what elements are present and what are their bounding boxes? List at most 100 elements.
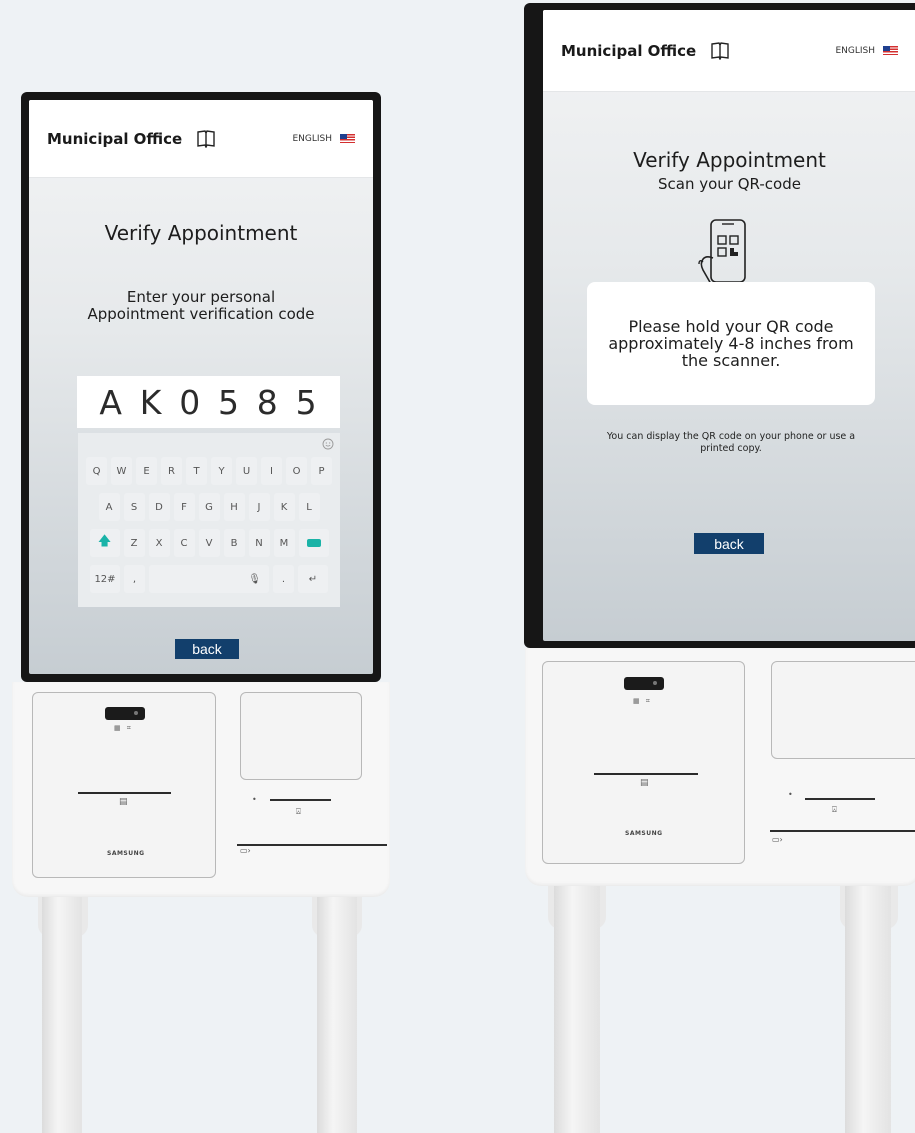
qr-barcode-icon: ▦ ⌗ — [114, 724, 133, 732]
key-b[interactable]: B — [223, 529, 245, 557]
receipt-printer-slot — [78, 792, 171, 794]
page-title: Verify Appointment — [104, 221, 298, 245]
page-title: Verify Appointment — [633, 148, 826, 172]
language-label: ENGLISH — [835, 45, 875, 56]
kiosk-body: ▦ ⌗ ▤ SAMSUNG • ⍓ ▭› — [525, 648, 915, 886]
emoji-icon[interactable] — [322, 435, 334, 454]
book-icon[interactable] — [710, 41, 730, 60]
hold-message: Please hold your QR code approximately 4… — [608, 317, 854, 370]
backspace-key[interactable] — [298, 529, 329, 557]
stand-pole-left — [554, 886, 600, 1133]
brand-label: SAMSUNG — [625, 830, 663, 837]
language-selector[interactable]: ENGLISH — [292, 134, 355, 144]
key-i[interactable]: I — [261, 457, 282, 485]
brand-label: SAMSUNG — [107, 850, 145, 857]
qr-barcode-icon: ▦ ⌗ — [633, 697, 652, 705]
key-k[interactable]: K — [273, 493, 295, 521]
code-char: A — [99, 382, 123, 422]
book-icon[interactable] — [196, 129, 216, 148]
nfc-dot: • — [788, 790, 793, 799]
instruction-line-1: Enter your personal — [126, 288, 276, 306]
key-a[interactable]: A — [98, 493, 120, 521]
code-char: 5 — [218, 382, 240, 422]
touch-screen: Municipal Office ENGLISH Verify Appointm… — [543, 10, 915, 641]
shift-key[interactable]: 🡅 — [89, 529, 120, 557]
key-x[interactable]: X — [148, 529, 170, 557]
payment-panel — [771, 661, 915, 759]
key-y[interactable]: Y — [211, 457, 232, 485]
barcode-scanner — [624, 677, 664, 690]
key-v[interactable]: V — [198, 529, 220, 557]
app-header: Municipal Office ENGLISH — [29, 100, 373, 178]
scanner-panel: ▦ ⌗ ▤ SAMSUNG — [542, 661, 745, 864]
us-flag-icon — [883, 46, 898, 55]
us-flag-icon — [340, 134, 355, 143]
touch-screen: Municipal Office ENGLISH Verify Appointm… — [29, 100, 373, 674]
comma-key[interactable]: , — [124, 565, 145, 593]
page-subtitle: Scan your QR-code — [658, 175, 801, 193]
keyboard-row-4: 12# , 🎙 . ↵ — [84, 565, 334, 593]
key-l[interactable]: L — [298, 493, 320, 521]
key-z[interactable]: Z — [123, 529, 145, 557]
key-e[interactable]: E — [136, 457, 157, 485]
key-t[interactable]: T — [186, 457, 207, 485]
stand-pole-left — [42, 897, 82, 1133]
key-o[interactable]: O — [286, 457, 307, 485]
key-n[interactable]: N — [248, 529, 270, 557]
symbols-key[interactable]: 12# — [90, 565, 120, 593]
code-char: 8 — [256, 382, 279, 422]
app-header: Municipal Office ENGLISH — [543, 10, 915, 92]
code-char: 5 — [295, 382, 318, 422]
kiosk-body: ▦ ⌗ ▤ SAMSUNG • ⍓ ▭› — [12, 682, 390, 897]
card-icon: ⍓ — [832, 805, 837, 814]
scanner-panel: ▦ ⌗ ▤ SAMSUNG — [32, 692, 216, 878]
card-icon: ⍓ — [296, 807, 301, 816]
back-button[interactable]: back — [175, 639, 239, 659]
keyboard-row-2: ASDFGHJKL — [84, 493, 334, 521]
key-c[interactable]: C — [173, 529, 195, 557]
key-u[interactable]: U — [236, 457, 257, 485]
screen-bezel: Municipal Office ENGLISH Verify Appointm… — [21, 92, 381, 682]
payment-panel — [240, 692, 362, 780]
key-q[interactable]: Q — [86, 457, 107, 485]
backspace-icon — [306, 539, 321, 547]
language-selector[interactable]: ENGLISH — [835, 46, 898, 56]
key-d[interactable]: D — [148, 493, 170, 521]
card-swipe-slot — [237, 844, 387, 846]
code-display[interactable]: AK0585 — [77, 376, 340, 428]
period-key[interactable]: . — [273, 565, 294, 593]
nfc-dot: • — [252, 795, 257, 804]
card-swipe-slot — [770, 830, 915, 832]
on-screen-keyboard: QWERTYUIOP ASDFGHJKL 🡅 ZXCVBNM 12# , 🎙 .… — [78, 433, 340, 607]
card-reader-slot — [270, 799, 331, 801]
keyboard-row-3: 🡅 ZXCVBNM — [84, 529, 334, 557]
code-char: 0 — [179, 382, 202, 422]
card-reader-slot — [805, 798, 875, 800]
enter-key[interactable]: ↵ — [298, 565, 328, 593]
receipt-icon: ▤ — [119, 797, 128, 807]
stand-pole-right — [845, 886, 891, 1133]
key-j[interactable]: J — [248, 493, 270, 521]
app-title: Municipal Office — [47, 129, 183, 148]
back-button[interactable]: back — [694, 533, 764, 554]
swipe-icon: ▭› — [240, 846, 251, 855]
key-h[interactable]: H — [223, 493, 245, 521]
key-f[interactable]: F — [173, 493, 195, 521]
keyboard-row-1: QWERTYUIOP — [84, 457, 334, 485]
swipe-icon: ▭› — [772, 835, 783, 844]
key-g[interactable]: G — [198, 493, 220, 521]
stand-pole-right — [317, 897, 357, 1133]
space-key[interactable]: 🎙 — [149, 565, 269, 593]
language-label: ENGLISH — [292, 133, 332, 144]
key-s[interactable]: S — [123, 493, 145, 521]
key-r[interactable]: R — [161, 457, 182, 485]
key-p[interactable]: P — [311, 457, 332, 485]
receipt-icon: ▤ — [640, 778, 649, 788]
key-m[interactable]: M — [273, 529, 295, 557]
screen-bezel: Municipal Office ENGLISH Verify Appointm… — [524, 3, 915, 648]
code-char: K — [139, 382, 163, 422]
mic-icon: 🎙 — [248, 573, 261, 585]
key-w[interactable]: W — [111, 457, 132, 485]
app-title: Municipal Office — [561, 41, 697, 60]
barcode-scanner — [105, 707, 145, 720]
